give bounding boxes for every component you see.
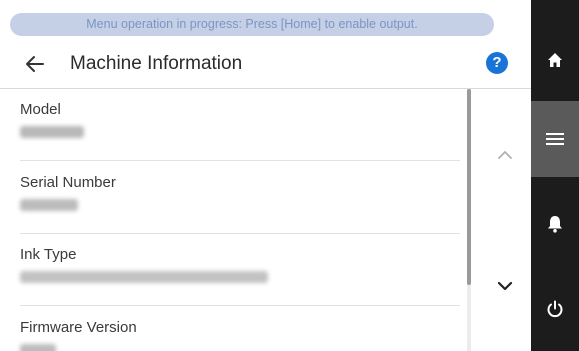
menu-button[interactable] [531, 101, 579, 177]
side-navigation [531, 0, 579, 351]
info-item-serial-number: Serial Number [20, 173, 460, 211]
scrollbar[interactable] [467, 89, 471, 351]
home-icon [548, 53, 562, 67]
divider [20, 233, 460, 234]
info-item-model: Model [20, 100, 460, 138]
item-label: Model [20, 101, 61, 118]
item-value-redacted [20, 271, 268, 283]
info-item-firmware-version: Firmware Version [20, 318, 460, 351]
arrow-left-icon [26, 56, 44, 72]
power-icon [547, 300, 563, 318]
item-value-redacted [20, 344, 56, 351]
chevron-down-icon [497, 281, 513, 291]
item-label: Serial Number [20, 174, 116, 191]
scrollbar-thumb[interactable] [467, 89, 471, 285]
info-item-ink-type: Ink Type [20, 245, 460, 283]
item-label: Firmware Version [20, 319, 137, 336]
power-button[interactable] [531, 271, 579, 347]
question-mark-icon: ? [492, 54, 502, 71]
page-title: Machine Information [70, 53, 243, 74]
bell-icon [548, 216, 562, 233]
machine-info-list: Model Serial Number Ink Type Firmware Ve… [0, 89, 470, 351]
scroll-down-button[interactable] [487, 271, 523, 301]
home-button[interactable] [531, 22, 579, 98]
item-label: Ink Type [20, 246, 77, 263]
notifications-button[interactable] [531, 186, 579, 262]
item-value-redacted [20, 126, 84, 138]
chevron-up-icon [498, 151, 512, 159]
scroll-up-button[interactable] [487, 140, 523, 170]
menu-icon [546, 133, 564, 145]
divider [20, 305, 460, 306]
status-banner: Menu operation in progress: Press [Home]… [10, 13, 494, 36]
divider [20, 160, 460, 161]
help-button[interactable]: ? [486, 52, 508, 74]
item-value-redacted [20, 199, 78, 211]
back-button[interactable] [20, 49, 50, 79]
